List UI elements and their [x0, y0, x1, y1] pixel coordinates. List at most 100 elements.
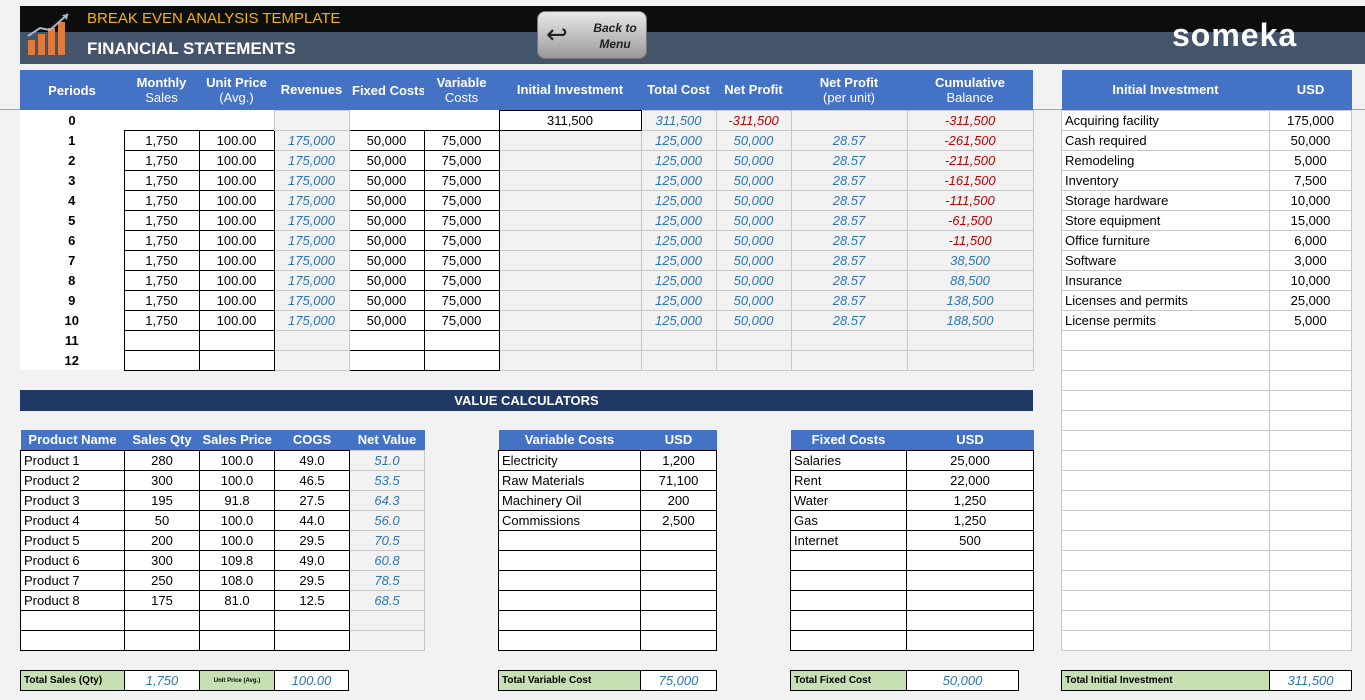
investment-item-usd[interactable]: [1269, 409, 1352, 431]
variable-cost-usd[interactable]: 71,100: [640, 469, 717, 491]
product-cell[interactable]: Product 7: [20, 569, 125, 591]
investment-item-usd[interactable]: [1269, 429, 1352, 451]
product-cell[interactable]: 49.0: [274, 549, 350, 571]
investment-item-usd[interactable]: 10,000: [1269, 189, 1352, 211]
fixed-cost-name[interactable]: [790, 589, 907, 611]
table-cell[interactable]: 1,750: [123, 209, 200, 231]
investment-item-name[interactable]: [1061, 469, 1270, 491]
product-cell[interactable]: 50: [124, 509, 200, 531]
table-cell[interactable]: [198, 329, 275, 351]
table-cell[interactable]: 1,750: [123, 169, 200, 191]
investment-item-usd[interactable]: [1269, 589, 1352, 611]
investment-item-name[interactable]: Acquiring facility: [1061, 109, 1270, 131]
investment-item-name[interactable]: Store equipment: [1061, 209, 1270, 231]
product-cell[interactable]: 300: [124, 469, 200, 491]
investment-item-usd[interactable]: 15,000: [1269, 209, 1352, 231]
table-cell[interactable]: 100.00: [198, 249, 275, 271]
table-cell[interactable]: 50,000: [348, 189, 425, 211]
product-cell[interactable]: [199, 609, 275, 631]
product-cell[interactable]: 195: [124, 489, 200, 511]
table-cell[interactable]: 100.00: [198, 289, 275, 311]
variable-cost-usd[interactable]: [640, 589, 717, 611]
investment-item-name[interactable]: [1061, 529, 1270, 551]
variable-cost-usd[interactable]: [640, 629, 717, 651]
investment-item-name[interactable]: Licenses and permits: [1061, 289, 1270, 311]
table-cell[interactable]: [123, 329, 200, 351]
investment-item-usd[interactable]: [1269, 629, 1352, 651]
product-cell[interactable]: 29.5: [274, 569, 350, 591]
investment-item-usd[interactable]: [1269, 329, 1352, 351]
product-cell[interactable]: 100.0: [199, 469, 275, 491]
table-cell[interactable]: [198, 349, 275, 371]
product-cell[interactable]: 280: [124, 449, 200, 471]
back-to-menu-button[interactable]: ↩ Back to Menu: [537, 11, 647, 59]
product-cell[interactable]: 109.8: [199, 549, 275, 571]
table-cell[interactable]: 1,750: [123, 269, 200, 291]
product-cell[interactable]: 250: [124, 569, 200, 591]
product-cell[interactable]: Product 3: [20, 489, 125, 511]
product-cell[interactable]: 175: [124, 589, 200, 611]
investment-item-name[interactable]: [1061, 489, 1270, 511]
table-cell[interactable]: 50,000: [348, 289, 425, 311]
product-cell[interactable]: Product 6: [20, 549, 125, 571]
fixed-cost-usd[interactable]: [906, 569, 1034, 591]
investment-item-name[interactable]: [1061, 549, 1270, 571]
table-cell[interactable]: 75,000: [423, 249, 500, 271]
variable-cost-usd[interactable]: [640, 549, 717, 571]
product-cell[interactable]: [20, 629, 125, 651]
investment-item-name[interactable]: [1061, 429, 1270, 451]
product-cell[interactable]: 100.0: [199, 529, 275, 551]
table-cell[interactable]: 50,000: [348, 309, 425, 331]
variable-cost-name[interactable]: [498, 609, 641, 631]
investment-item-usd[interactable]: [1269, 609, 1352, 631]
table-cell[interactable]: 1,750: [123, 129, 200, 151]
table-cell[interactable]: [423, 349, 500, 371]
table-cell[interactable]: 1,750: [123, 229, 200, 251]
variable-cost-name[interactable]: [498, 569, 641, 591]
table-cell[interactable]: 100.00: [198, 229, 275, 251]
variable-cost-name[interactable]: [498, 629, 641, 651]
total-fixed-cost-value[interactable]: 50,000: [906, 670, 1019, 691]
investment-item-name[interactable]: License permits: [1061, 309, 1270, 331]
product-cell[interactable]: Product 2: [20, 469, 125, 491]
table-cell[interactable]: 75,000: [423, 229, 500, 251]
product-cell[interactable]: Product 5: [20, 529, 125, 551]
fixed-cost-usd[interactable]: 1,250: [906, 489, 1034, 511]
product-cell[interactable]: 108.0: [199, 569, 275, 591]
table-cell[interactable]: 100.00: [198, 189, 275, 211]
variable-cost-usd[interactable]: 1,200: [640, 449, 717, 471]
fixed-cost-usd[interactable]: [906, 589, 1034, 611]
total-variable-cost-value[interactable]: 75,000: [640, 670, 717, 691]
table-cell[interactable]: 100.00: [198, 129, 275, 151]
table-cell[interactable]: 50,000: [348, 209, 425, 231]
product-cell[interactable]: 44.0: [274, 509, 350, 531]
product-cell[interactable]: 200: [124, 529, 200, 551]
investment-item-usd[interactable]: 25,000: [1269, 289, 1352, 311]
table-cell[interactable]: 100.00: [198, 309, 275, 331]
investment-item-usd[interactable]: 3,000: [1269, 249, 1352, 271]
fixed-cost-name[interactable]: Salaries: [790, 449, 907, 471]
table-cell[interactable]: 75,000: [423, 309, 500, 331]
investment-item-name[interactable]: [1061, 629, 1270, 651]
investment-item-name[interactable]: Storage hardware: [1061, 189, 1270, 211]
investment-item-name[interactable]: Cash required: [1061, 129, 1270, 151]
fixed-cost-usd[interactable]: 22,000: [906, 469, 1034, 491]
product-cell[interactable]: 81.0: [199, 589, 275, 611]
fixed-cost-name[interactable]: [790, 549, 907, 571]
unit-price-avg-value[interactable]: 100.00: [274, 670, 349, 691]
table-cell[interactable]: 100.00: [198, 269, 275, 291]
fixed-cost-name[interactable]: [790, 609, 907, 631]
product-cell[interactable]: [124, 609, 200, 631]
investment-item-name[interactable]: [1061, 329, 1270, 351]
table-cell[interactable]: 50,000: [348, 169, 425, 191]
investment-item-usd[interactable]: [1269, 369, 1352, 391]
fixed-cost-name[interactable]: Water: [790, 489, 907, 511]
investment-item-usd[interactable]: [1269, 349, 1352, 371]
investment-item-usd[interactable]: 6,000: [1269, 229, 1352, 251]
fixed-cost-usd[interactable]: 500: [906, 529, 1034, 551]
fixed-cost-name[interactable]: [790, 569, 907, 591]
investment-item-usd[interactable]: [1269, 569, 1352, 591]
table-cell[interactable]: [423, 329, 500, 351]
variable-cost-name[interactable]: [498, 589, 641, 611]
table-cell[interactable]: 75,000: [423, 269, 500, 291]
